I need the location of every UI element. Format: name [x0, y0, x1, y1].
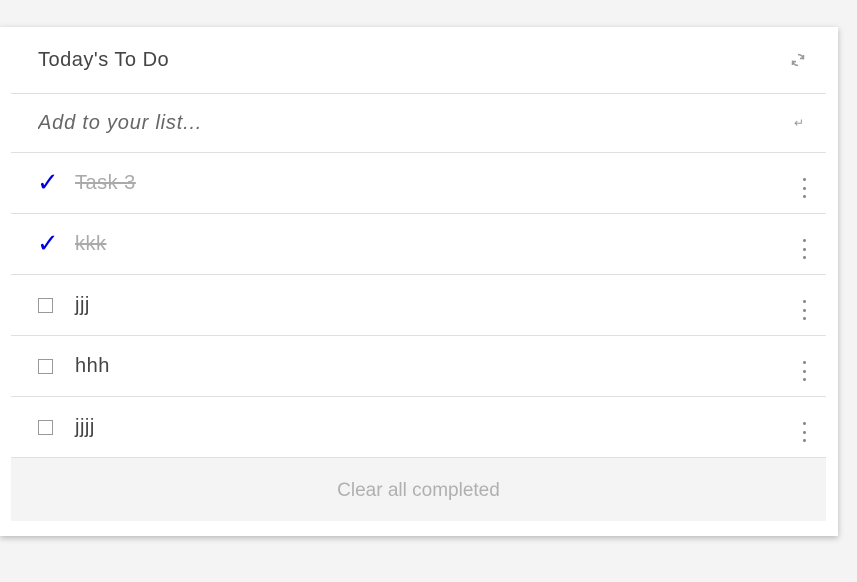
more-vertical-icon[interactable] [802, 178, 806, 198]
task-checkbox[interactable] [38, 297, 53, 313]
task-label: jjj [75, 293, 90, 316]
add-task-input[interactable] [38, 111, 738, 135]
checkmark-icon[interactable]: ✓ [37, 170, 59, 196]
task-checkbox[interactable] [38, 358, 53, 374]
enter-icon[interactable]: ↵ [794, 116, 804, 130]
task-label: jjjj [75, 415, 95, 438]
task-label: kkk [75, 232, 107, 255]
task-row[interactable]: ✓ kkk [11, 214, 826, 275]
task-label: Task 3 [75, 171, 136, 194]
todo-card: Today's To Do ↵ ✓ Task 3 ✓ kkk jjj hhh jjjj Cl… [0, 27, 838, 536]
todo-header: Today's To Do [11, 27, 826, 94]
refresh-icon[interactable] [790, 52, 806, 68]
add-task-row: ↵ [11, 94, 826, 153]
more-vertical-icon[interactable] [802, 361, 806, 381]
task-label: hhh [75, 354, 110, 377]
clear-completed-button[interactable]: Clear all completed [331, 479, 506, 503]
page-title: Today's To Do [38, 48, 170, 71]
footer: Clear all completed [11, 458, 826, 521]
task-row[interactable]: jjjj [11, 397, 826, 458]
task-checkbox[interactable] [38, 419, 53, 435]
task-list: ✓ Task 3 ✓ kkk jjj hhh jjjj [11, 153, 826, 458]
task-row[interactable]: hhh [11, 336, 826, 397]
more-vertical-icon[interactable] [802, 300, 806, 320]
task-row[interactable]: ✓ Task 3 [11, 153, 826, 214]
todo-inner: Today's To Do ↵ ✓ Task 3 ✓ kkk jjj hhh jjjj Cl… [11, 27, 826, 521]
checkmark-icon[interactable]: ✓ [37, 231, 59, 257]
task-row[interactable]: jjj [11, 275, 826, 336]
more-vertical-icon[interactable] [802, 422, 806, 442]
more-vertical-icon[interactable] [802, 239, 806, 259]
